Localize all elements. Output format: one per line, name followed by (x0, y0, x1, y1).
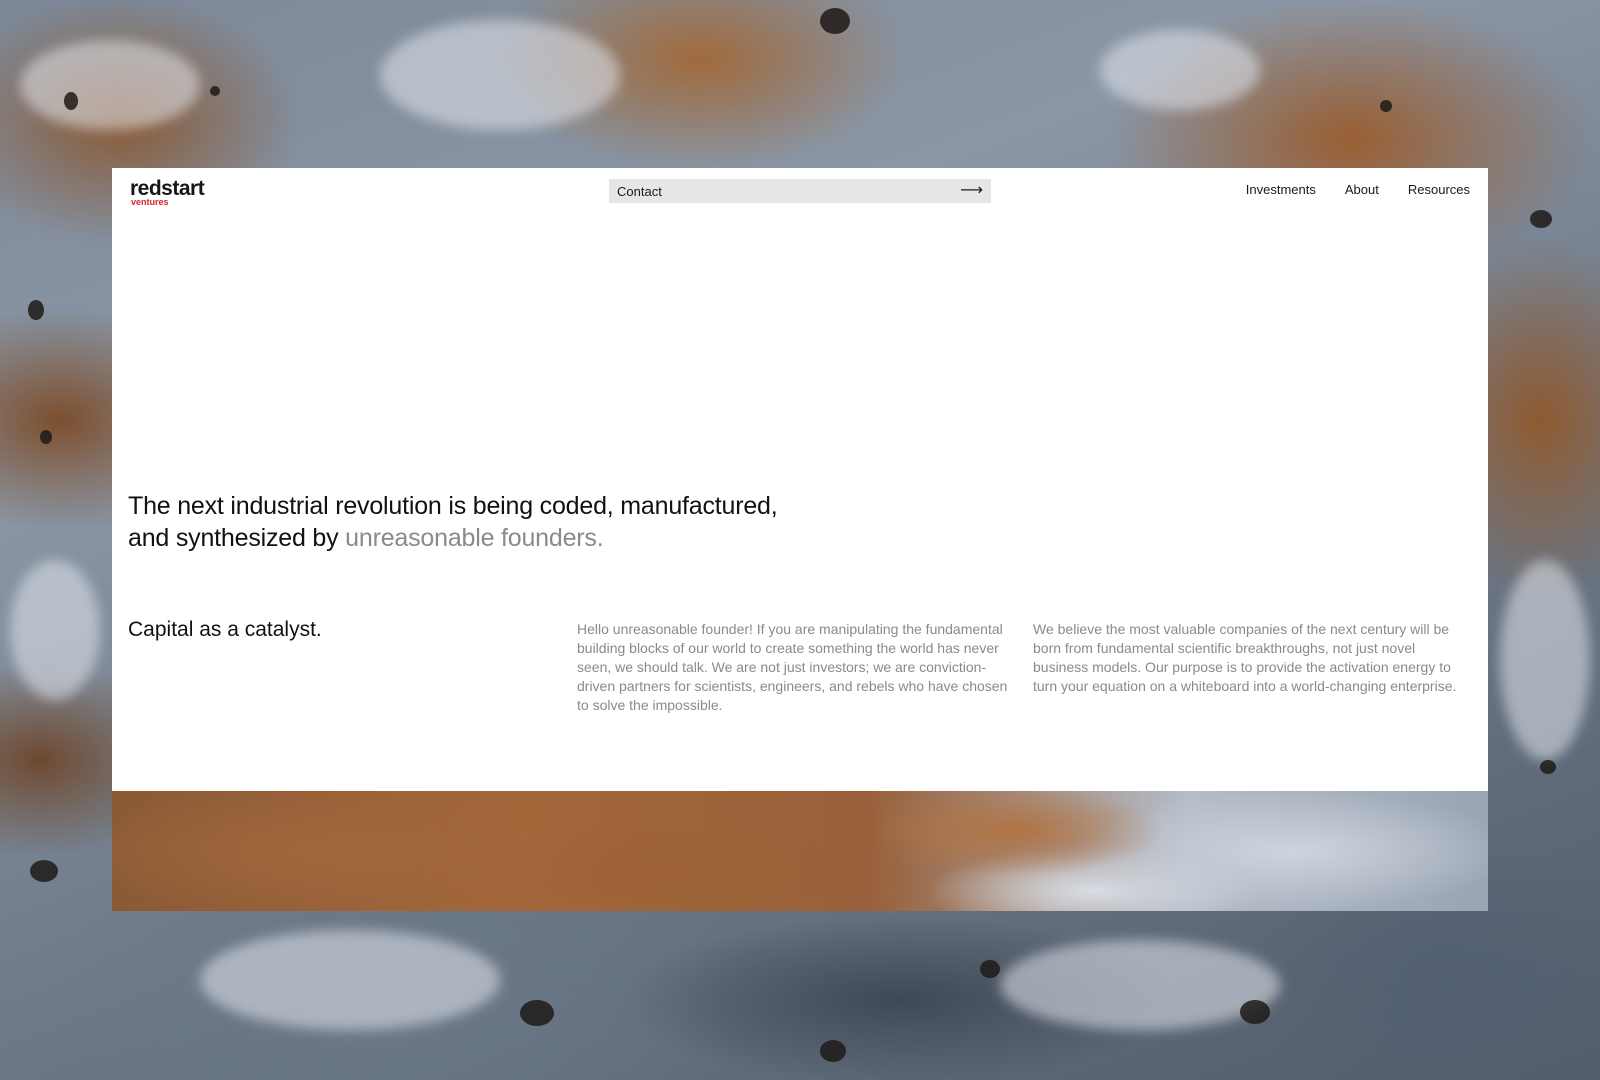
terrain-tree (820, 1040, 846, 1062)
terrain-frost-patch (1000, 940, 1280, 1030)
terrain-frost-patch (10, 560, 100, 700)
terrain-tree (30, 860, 58, 882)
intro-paragraph: Hello unreasonable founder! If you are m… (577, 621, 1008, 713)
nav-link-about[interactable]: About (1345, 182, 1379, 197)
main-nav: Investments About Resources (1246, 182, 1470, 197)
terrain-frost-patch (380, 20, 620, 130)
terrain-frost-patch (20, 40, 200, 130)
terrain-tree (210, 86, 220, 96)
hero-headline-line1: The next industrial revolution is being … (128, 492, 778, 520)
top-navigation-bar: redstart ventures Contact ⟶ Investments … (112, 168, 1488, 220)
terrain-tree (1240, 1000, 1270, 1024)
contact-button[interactable]: Contact ⟶ (609, 179, 991, 203)
terrain-frost-patch (1500, 560, 1590, 760)
terrain-tree (28, 300, 44, 320)
section-title: Capital as a catalyst. (128, 618, 322, 641)
terrain-tree (980, 960, 1000, 978)
hero-headline-highlight: unreasonable founders. (345, 524, 604, 552)
terrain-frost-patch (200, 930, 500, 1030)
brand-logo[interactable]: redstart ventures (130, 177, 205, 207)
terrain-tree (40, 430, 52, 444)
terrain-tree (820, 8, 850, 34)
terrain-tree (64, 92, 78, 110)
terrain-tree (1540, 760, 1556, 774)
logo-wordmark: redstart (130, 177, 205, 200)
hero-headline-line2: and synthesized by (128, 524, 346, 552)
terrain-tree (1530, 210, 1552, 228)
terrain-tree (520, 1000, 554, 1026)
hero-headline: The next industrial revolution is being … (128, 490, 888, 554)
nav-link-resources[interactable]: Resources (1408, 182, 1470, 197)
contact-label: Contact (617, 183, 662, 199)
mission-paragraph: We believe the most valuable companies o… (1033, 621, 1457, 694)
nav-link-investments[interactable]: Investments (1246, 182, 1316, 197)
terrain-image-strip (112, 791, 1488, 911)
terrain-tree (1380, 100, 1392, 112)
terrain-frost-patch (1100, 30, 1260, 110)
website-window: redstart ventures Contact ⟶ Investments … (112, 168, 1488, 911)
arrow-right-icon: ⟶ (960, 182, 983, 199)
